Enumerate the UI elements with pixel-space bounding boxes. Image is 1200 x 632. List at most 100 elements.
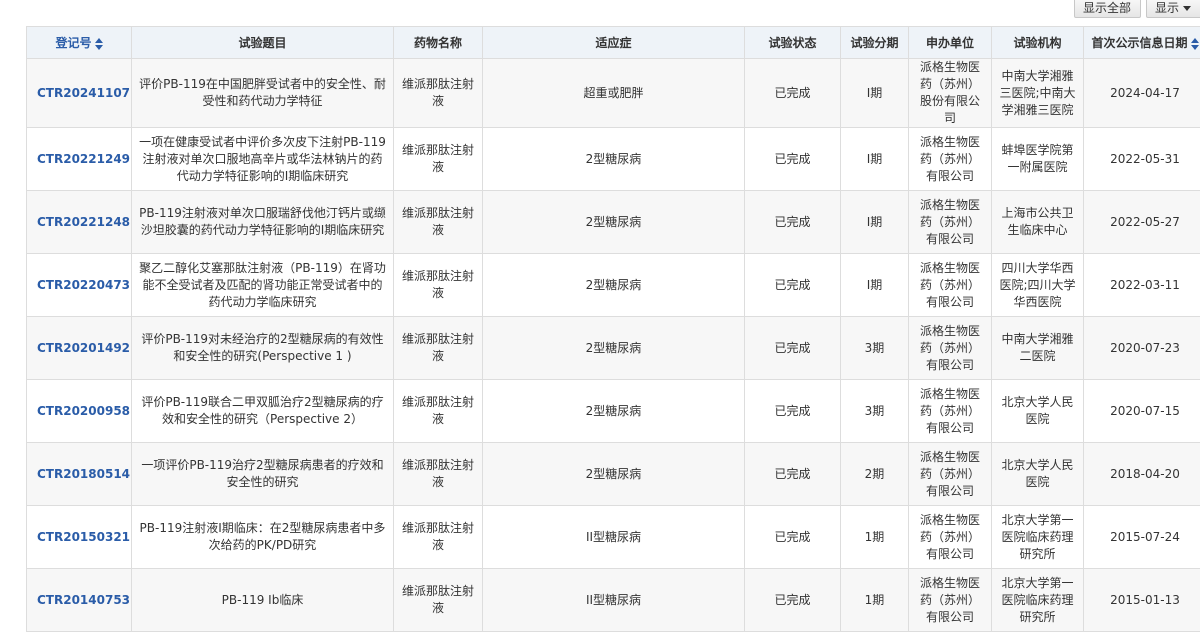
reg-cell: CTR20241107 bbox=[27, 59, 132, 128]
site-cell: 北京大学第一医院临床药理研究所 bbox=[992, 506, 1084, 569]
indication-cell: 2型糖尿病 bbox=[483, 443, 745, 506]
reg-link[interactable]: CTR20150321 bbox=[37, 530, 130, 544]
title-cell: PB-119注射液对单次口服瑞舒伐他汀钙片或缬沙坦胶囊的药代动力学特征影响的I期… bbox=[132, 191, 394, 254]
title-cell: 一项评价PB-119治疗2型糖尿病患者的疗效和安全性的研究 bbox=[132, 443, 394, 506]
indication-cell: II型糖尿病 bbox=[483, 506, 745, 569]
title-cell: 评价PB-119联合二甲双胍治疗2型糖尿病的疗效和安全性的研究（Perspect… bbox=[132, 380, 394, 443]
reg-cell: CTR20150321 bbox=[27, 506, 132, 569]
phase-cell: 2期 bbox=[841, 443, 909, 506]
indication-cell: II型糖尿病 bbox=[483, 569, 745, 632]
table-row: CTR20221249 一项在健康受试者中评价多次皮下注射PB-119注射液对单… bbox=[27, 128, 1200, 191]
status-cell: 已完成 bbox=[745, 569, 841, 632]
date-cell: 2020-07-23 bbox=[1084, 317, 1200, 380]
status-cell: 已完成 bbox=[745, 317, 841, 380]
sponsor-cell: 派格生物医药（苏州）有限公司 bbox=[909, 380, 992, 443]
table-row: CTR20150321 PB-119注射液I期临床：在2型糖尿病患者中多次给药的… bbox=[27, 506, 1200, 569]
drug-cell: 维派那肽注射液 bbox=[394, 59, 483, 128]
date-cell: 2022-05-31 bbox=[1084, 128, 1200, 191]
date-cell: 2015-07-24 bbox=[1084, 506, 1200, 569]
col-header-drug: 药物名称 bbox=[394, 27, 483, 59]
drug-cell: 维派那肽注射液 bbox=[394, 443, 483, 506]
status-cell: 已完成 bbox=[745, 128, 841, 191]
sponsor-cell: 派格生物医药（苏州）有限公司 bbox=[909, 443, 992, 506]
drug-cell: 维派那肽注射液 bbox=[394, 128, 483, 191]
reg-cell: CTR20220473 bbox=[27, 254, 132, 317]
phase-cell: 3期 bbox=[841, 380, 909, 443]
sponsor-cell: 派格生物医药（苏州）有限公司 bbox=[909, 254, 992, 317]
phase-cell: 1期 bbox=[841, 506, 909, 569]
reg-link[interactable]: CTR20220473 bbox=[37, 278, 130, 292]
col-header-phase: 试验分期 bbox=[841, 27, 909, 59]
sponsor-cell: 派格生物医药（苏州）有限公司 bbox=[909, 317, 992, 380]
site-cell: 北京大学人民医院 bbox=[992, 380, 1084, 443]
indication-cell: 2型糖尿病 bbox=[483, 191, 745, 254]
site-cell: 中南大学湘雅三医院;中南大学湘雅三医院 bbox=[992, 59, 1084, 128]
site-cell: 蚌埠医学院第一附属医院 bbox=[992, 128, 1084, 191]
reg-cell: CTR20221249 bbox=[27, 128, 132, 191]
title-cell: 评价PB-119对未经治疗的2型糖尿病的有效性和安全性的研究(Perspecti… bbox=[132, 317, 394, 380]
title-cell: 一项在健康受试者中评价多次皮下注射PB-119注射液对单次口服地高辛片或华法林钠… bbox=[132, 128, 394, 191]
show-button-label: 显示 bbox=[1155, 1, 1179, 15]
status-cell: 已完成 bbox=[745, 506, 841, 569]
indication-cell: 2型糖尿病 bbox=[483, 254, 745, 317]
reg-link[interactable]: CTR20201492 bbox=[37, 341, 130, 355]
table-row: CTR20201492 评价PB-119对未经治疗的2型糖尿病的有效性和安全性的… bbox=[27, 317, 1200, 380]
sponsor-cell: 派格生物医药（苏州）有限公司 bbox=[909, 506, 992, 569]
indication-cell: 2型糖尿病 bbox=[483, 317, 745, 380]
show-columns-button[interactable]: 显示 bbox=[1146, 0, 1200, 18]
drug-cell: 维派那肽注射液 bbox=[394, 569, 483, 632]
reg-cell: CTR20200958 bbox=[27, 380, 132, 443]
title-cell: 聚乙二醇化艾塞那肽注射液（PB-119）在肾功能不全受试者及匹配的肾功能正常受试… bbox=[132, 254, 394, 317]
site-cell: 上海市公共卫生临床中心 bbox=[992, 191, 1084, 254]
col-header-date[interactable]: 首次公示信息日期 bbox=[1084, 27, 1200, 59]
title-cell: PB-119 Ib临床 bbox=[132, 569, 394, 632]
indication-cell: 超重或肥胖 bbox=[483, 59, 745, 128]
date-cell: 2022-03-11 bbox=[1084, 254, 1200, 317]
drug-cell: 维派那肽注射液 bbox=[394, 254, 483, 317]
date-cell: 2018-04-20 bbox=[1084, 443, 1200, 506]
site-cell: 北京大学人民医院 bbox=[992, 443, 1084, 506]
table-row: CTR20200958 评价PB-119联合二甲双胍治疗2型糖尿病的疗效和安全性… bbox=[27, 380, 1200, 443]
reg-link[interactable]: CTR20241107 bbox=[37, 86, 130, 100]
date-cell: 2015-01-13 bbox=[1084, 569, 1200, 632]
date-cell: 2022-05-27 bbox=[1084, 191, 1200, 254]
col-header-site: 试验机构 bbox=[992, 27, 1084, 59]
reg-cell: CTR20221248 bbox=[27, 191, 132, 254]
reg-cell: CTR20180514 bbox=[27, 443, 132, 506]
caret-down-icon bbox=[1183, 6, 1191, 11]
sort-icon[interactable] bbox=[1191, 38, 1199, 50]
col-header-indication: 适应症 bbox=[483, 27, 745, 59]
sponsor-cell: 派格生物医药（苏州）有限公司 bbox=[909, 191, 992, 254]
table-row: CTR20221248 PB-119注射液对单次口服瑞舒伐他汀钙片或缬沙坦胶囊的… bbox=[27, 191, 1200, 254]
reg-link[interactable]: CTR20200958 bbox=[37, 404, 130, 418]
trials-table: 登记号 试验题目 药物名称 适应症 试验状态 试验分期 申办单位 试验机构 首次… bbox=[26, 26, 1200, 632]
sponsor-cell: 派格生物医药（苏州）有限公司 bbox=[909, 128, 992, 191]
drug-cell: 维派那肽注射液 bbox=[394, 380, 483, 443]
reg-link[interactable]: CTR20140753 bbox=[37, 593, 130, 607]
phase-cell: I期 bbox=[841, 254, 909, 317]
indication-cell: 2型糖尿病 bbox=[483, 128, 745, 191]
phase-cell: 3期 bbox=[841, 317, 909, 380]
phase-cell: I期 bbox=[841, 59, 909, 128]
show-all-button[interactable]: 显示全部 bbox=[1074, 0, 1141, 18]
drug-cell: 维派那肽注射液 bbox=[394, 317, 483, 380]
status-cell: 已完成 bbox=[745, 59, 841, 128]
table-row: CTR20180514 一项评价PB-119治疗2型糖尿病患者的疗效和安全性的研… bbox=[27, 443, 1200, 506]
col-label-date: 首次公示信息日期 bbox=[1091, 36, 1187, 50]
col-label-reg: 登记号 bbox=[55, 36, 91, 50]
status-cell: 已完成 bbox=[745, 191, 841, 254]
col-header-sponsor: 申办单位 bbox=[909, 27, 992, 59]
col-header-title: 试验题目 bbox=[132, 27, 394, 59]
sort-icon[interactable] bbox=[95, 38, 103, 50]
table-row: CTR20241107 评价PB-119在中国肥胖受试者中的安全性、耐受性和药代… bbox=[27, 59, 1200, 128]
reg-link[interactable]: CTR20180514 bbox=[37, 467, 130, 481]
table-toolbar: 显示全部 显示 bbox=[0, 0, 1200, 26]
col-header-reg[interactable]: 登记号 bbox=[27, 27, 132, 59]
indication-cell: 2型糖尿病 bbox=[483, 380, 745, 443]
site-cell: 中南大学湘雅二医院 bbox=[992, 317, 1084, 380]
reg-link[interactable]: CTR20221249 bbox=[37, 152, 130, 166]
status-cell: 已完成 bbox=[745, 380, 841, 443]
reg-link[interactable]: CTR20221248 bbox=[37, 215, 130, 229]
reg-cell: CTR20140753 bbox=[27, 569, 132, 632]
sponsor-cell: 派格生物医药（苏州）有限公司 bbox=[909, 569, 992, 632]
